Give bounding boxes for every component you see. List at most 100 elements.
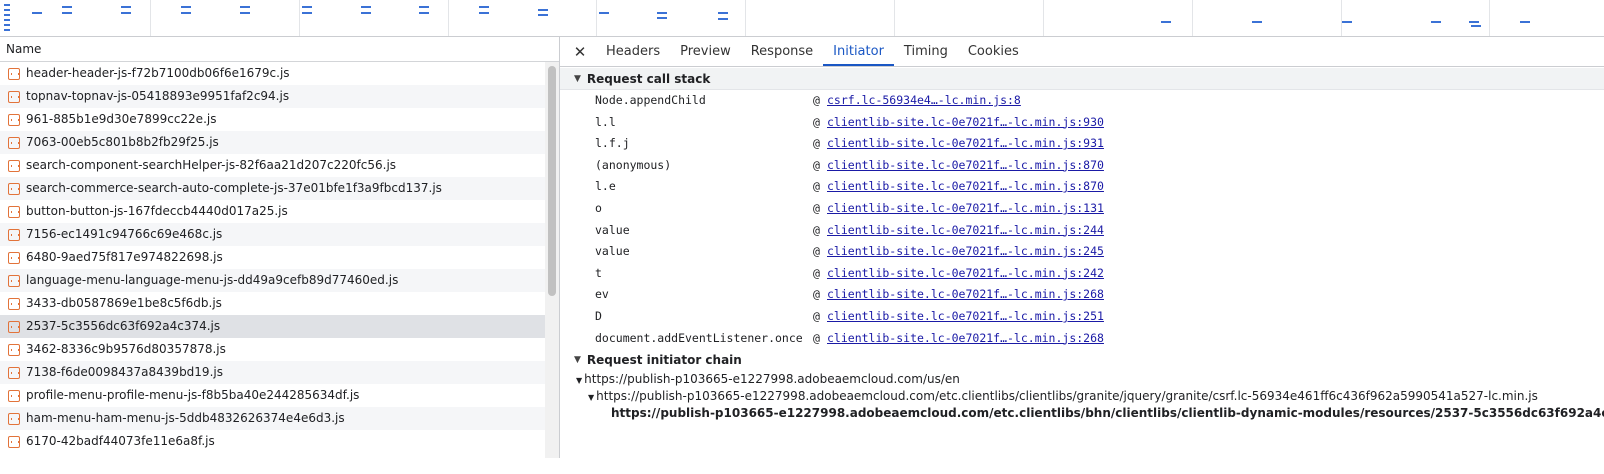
chain-item-selected-request[interactable]: https://publish-p103665-e1227998.adobeae… <box>560 405 1604 422</box>
script-file-icon <box>8 67 20 80</box>
frame-source-link[interactable]: clientlib-site.lc-0e7021f…-lc.min.js:870 <box>827 155 1104 177</box>
frame-source-link[interactable]: clientlib-site.lc-0e7021f…-lc.min.js:131 <box>827 198 1104 220</box>
timeline-bar <box>1431 21 1441 23</box>
timeline-gridline <box>596 0 597 36</box>
request-list-scrollbar[interactable] <box>545 62 559 458</box>
chain-item-page[interactable]: ▼ https://publish-p103665-e1227998.adobea… <box>560 371 1604 388</box>
timeline-bar <box>240 6 250 8</box>
request-row[interactable]: 7138-f6de0098437a8439bd19.js <box>0 361 545 384</box>
timeline-bar <box>599 12 609 14</box>
timeline-bar <box>1469 21 1479 23</box>
frame-source-link[interactable]: clientlib-site.lc-0e7021f…-lc.min.js:931 <box>827 133 1104 155</box>
tab-preview[interactable]: Preview <box>670 37 741 66</box>
frame-at: @ <box>813 114 820 129</box>
stack-frame: ev @ clientlib-site.lc-0e7021f…-lc.min.js:… <box>560 284 1604 306</box>
tab-cookies[interactable]: Cookies <box>958 37 1029 66</box>
timeline-gridline <box>299 0 300 36</box>
name-column-header[interactable]: Name <box>0 37 559 62</box>
request-row[interactable]: 7156-ec1491c94766c69e468c.js <box>0 223 545 246</box>
request-name: search-component-searchHelper-js-82f6aa2… <box>26 158 397 172</box>
frame-source-link[interactable]: csrf.lc-56934e4…-lc.min.js:8 <box>827 90 1021 112</box>
tab-timing[interactable]: Timing <box>894 37 958 66</box>
timeline-bar <box>4 9 10 11</box>
timeline-gridline <box>1192 0 1193 36</box>
timeline-bar <box>1342 21 1352 23</box>
frame-source-link[interactable]: clientlib-site.lc-0e7021f…-lc.min.js:244 <box>827 220 1104 242</box>
request-row[interactable]: header-header-js-f72b7100db06f6e1679c.js <box>0 62 545 85</box>
frame-function: document.addEventListener.once <box>595 330 803 345</box>
request-list: header-header-js-f72b7100db06f6e1679c.js… <box>0 62 545 458</box>
request-name: 6170-42badf44073fe11e6a8f.js <box>26 434 215 448</box>
stack-frame: D @ clientlib-site.lc-0e7021f…-lc.min.js:2… <box>560 306 1604 328</box>
script-file-icon <box>8 159 20 172</box>
timeline-bar <box>479 6 489 8</box>
request-name: ham-menu-ham-menu-js-5ddb4832626374e4e6d… <box>26 411 345 425</box>
request-row[interactable]: 7063-00eb5c801b8b2fb29f25.js <box>0 131 545 154</box>
tab-initiator[interactable]: Initiator <box>823 37 894 66</box>
script-file-icon <box>8 251 20 264</box>
frame-function: value <box>595 244 630 259</box>
request-row[interactable]: 6170-42badf44073fe11e6a8f.js <box>0 430 545 453</box>
timeline-bar <box>1161 21 1171 23</box>
request-list-panel: Name header-header-js-f72b7100db06f6e167… <box>0 37 560 458</box>
tab-headers[interactable]: Headers <box>596 37 670 66</box>
request-row-selected[interactable]: 2537-5c3556dc63f692a4c374.js <box>0 315 545 338</box>
request-row[interactable]: 3433-db0587869e1be8c5f6db.js <box>0 292 545 315</box>
stack-frame: o @ clientlib-site.lc-0e7021f…-lc.min.js:1… <box>560 198 1604 220</box>
request-row[interactable]: 3462-8336c9b9576d80357878.js <box>0 338 545 361</box>
scrollbar-thumb[interactable] <box>548 66 556 296</box>
chain-item-csrf-script[interactable]: ▼ https://publish-p103665-e1227998.adobea… <box>560 388 1604 405</box>
script-file-icon <box>8 366 20 379</box>
triangle-down-icon: ▼ <box>588 393 595 403</box>
frame-source-link[interactable]: clientlib-site.lc-0e7021f…-lc.min.js:251 <box>827 306 1104 328</box>
frame-function: l.f.j <box>595 136 630 151</box>
timeline-gridline <box>448 0 449 36</box>
frame-function: l.e <box>595 179 616 194</box>
request-name: 7063-00eb5c801b8b2fb29f25.js <box>26 135 219 149</box>
request-row[interactable]: language-menu-language-menu-js-dd49a9cef… <box>0 269 545 292</box>
timeline-bar <box>302 6 312 8</box>
stack-frame: value @ clientlib-site.lc-0e7021f…-lc.min.… <box>560 220 1604 242</box>
request-row[interactable]: search-commerce-search-auto-complete-js-… <box>0 177 545 200</box>
frame-at: @ <box>813 222 820 237</box>
script-file-icon <box>8 274 20 287</box>
timeline-bar <box>4 24 10 26</box>
timeline-bar <box>718 18 728 20</box>
frame-source-link[interactable]: clientlib-site.lc-0e7021f…-lc.min.js:245 <box>827 241 1104 263</box>
request-row[interactable]: 961-885b1e9d30e7899cc22e.js <box>0 108 545 131</box>
tab-response[interactable]: Response <box>741 37 823 66</box>
frame-source-link[interactable]: clientlib-site.lc-0e7021f…-lc.min.js:930 <box>827 112 1104 134</box>
request-row[interactable]: topnav-topnav-js-05418893e9951faf2c94.js <box>0 85 545 108</box>
frame-function: value <box>595 222 630 237</box>
request-row[interactable]: profile-menu-profile-menu-js-f8b5ba40e24… <box>0 384 545 407</box>
initiator-chain-header[interactable]: ▼ Request initiator chain <box>560 349 1604 371</box>
frame-at: @ <box>813 93 820 107</box>
timeline-gridline <box>1489 0 1490 36</box>
timeline-bar <box>121 12 131 14</box>
timeline-gridline <box>1341 0 1342 36</box>
frame-at: @ <box>813 265 820 280</box>
request-row[interactable]: 6480-9aed75f817e974822698.js <box>0 246 545 269</box>
script-file-icon <box>8 136 20 149</box>
frame-function: l.l <box>595 114 616 129</box>
timeline-bar <box>181 6 191 8</box>
request-row[interactable]: search-component-searchHelper-js-82f6aa2… <box>0 154 545 177</box>
timeline-overview[interactable] <box>0 0 1604 37</box>
timeline-bar <box>657 12 667 14</box>
timeline-bar <box>718 12 728 14</box>
frame-function: t <box>595 265 602 280</box>
request-name: 3433-db0587869e1be8c5f6db.js <box>26 296 222 310</box>
request-row[interactable]: ham-menu-ham-menu-js-5ddb4832626374e4e6d… <box>0 407 545 430</box>
frame-source-link[interactable]: clientlib-site.lc-0e7021f…-lc.min.js:870 <box>827 176 1104 198</box>
call-stack-frames: Node.appendChild @ csrf.lc-56934e4…-lc.min… <box>560 90 1604 349</box>
call-stack-header[interactable]: ▼ Request call stack <box>560 68 1604 90</box>
request-name: 7138-f6de0098437a8439bd19.js <box>26 365 223 379</box>
frame-source-link[interactable]: clientlib-site.lc-0e7021f…-lc.min.js:268 <box>827 284 1104 306</box>
timeline-bar <box>32 12 42 14</box>
script-file-icon <box>8 297 20 310</box>
frame-source-link[interactable]: clientlib-site.lc-0e7021f…-lc.min.js:268 <box>827 328 1104 350</box>
request-row[interactable]: button-button-js-167fdeccb4440d017a25.js <box>0 200 545 223</box>
timeline-bar <box>361 12 371 14</box>
frame-source-link[interactable]: clientlib-site.lc-0e7021f…-lc.min.js:242 <box>827 263 1104 285</box>
close-icon[interactable]: ✕ <box>572 37 588 66</box>
